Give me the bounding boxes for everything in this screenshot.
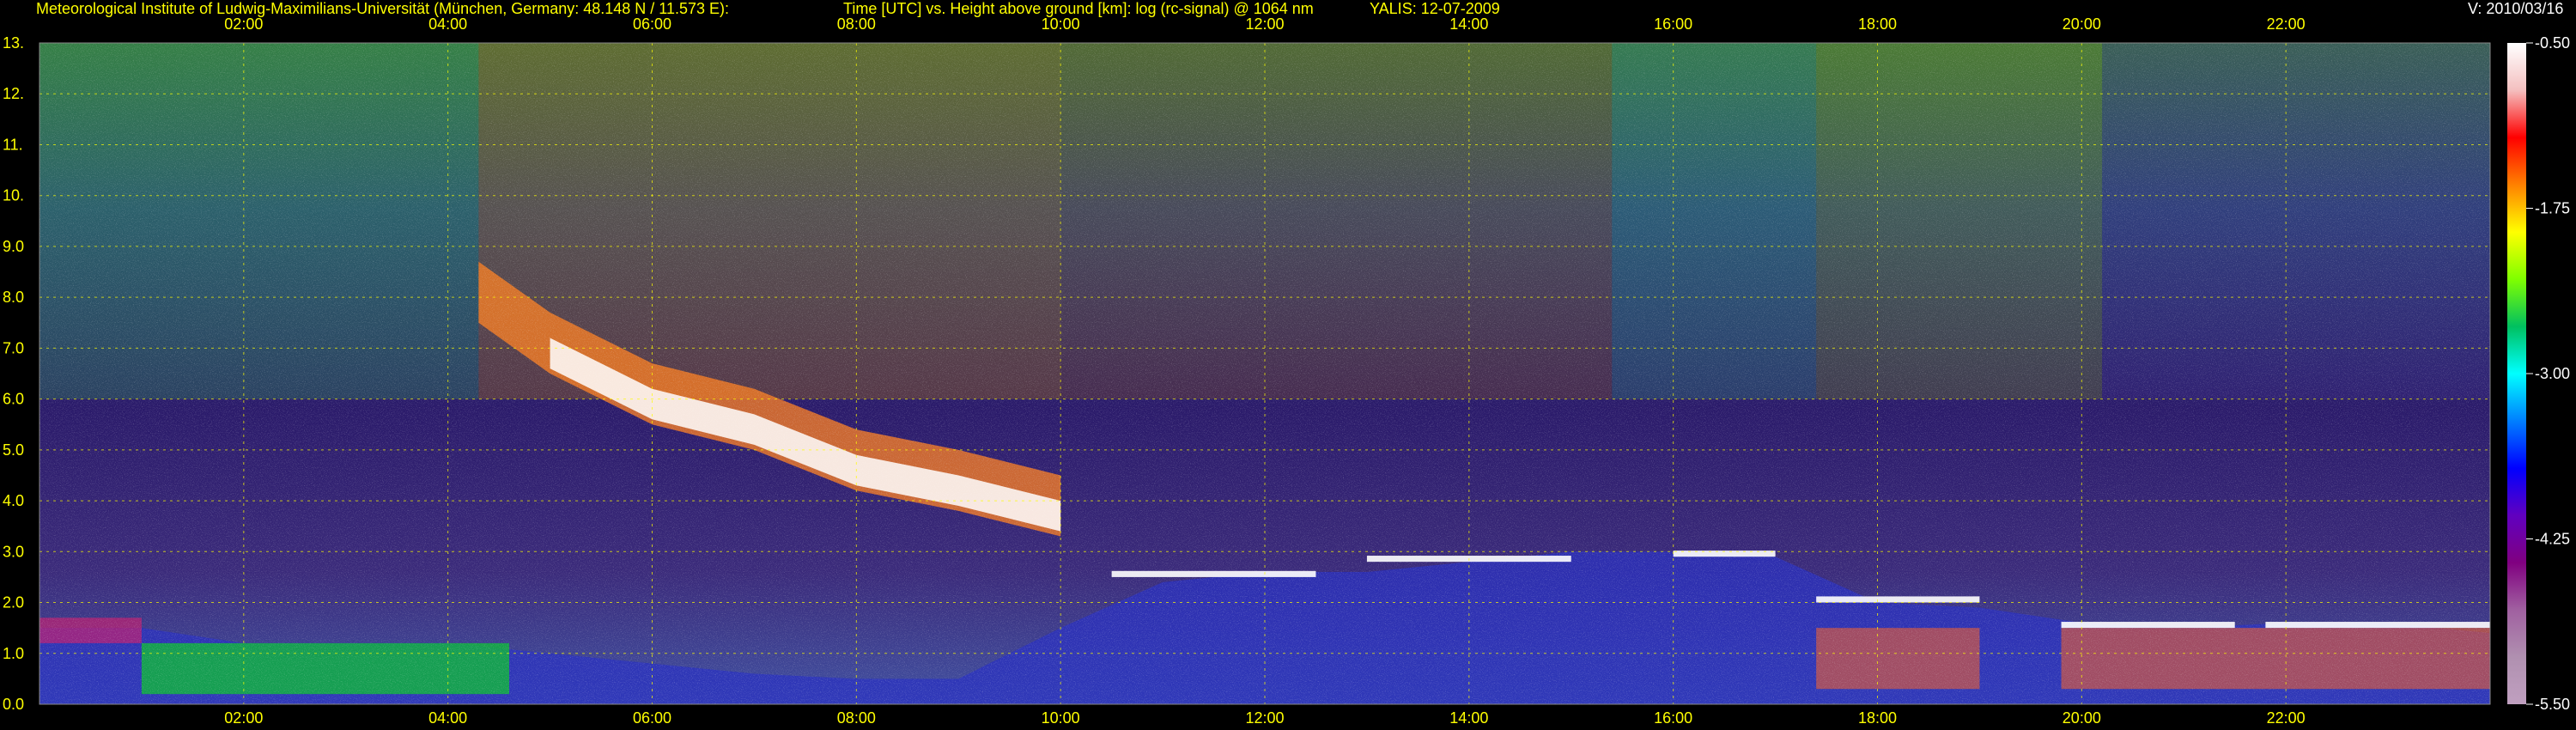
- y-tick-label: 10.: [3, 187, 24, 204]
- y-tick-label: 4.0: [3, 492, 24, 509]
- colorbar-label: -1.75: [2535, 200, 2570, 217]
- x-tick-label: 22:00: [2267, 709, 2306, 727]
- x-tick-label: 08:00: [837, 709, 876, 727]
- colorbar-label: -0.50: [2535, 34, 2570, 52]
- x-tick-label: 20:00: [2063, 15, 2101, 33]
- y-tick-label: 7.0: [3, 339, 24, 356]
- x-tick-label: 06:00: [633, 709, 671, 727]
- x-tick-label: 14:00: [1449, 15, 1488, 33]
- x-tick-label: 12:00: [1245, 709, 1284, 727]
- x-tick-label: 02:00: [224, 15, 263, 33]
- colorbar-label: -3.00: [2535, 365, 2570, 382]
- y-tick-label: 12.: [3, 85, 24, 102]
- x-tick-label: 12:00: [1245, 15, 1284, 33]
- y-tick-label: 0.0: [3, 696, 24, 713]
- x-tick-label: 06:00: [633, 15, 671, 33]
- x-tick-label: 04:00: [428, 709, 467, 727]
- x-tick-label: 04:00: [428, 15, 467, 33]
- x-tick-label: 10:00: [1042, 709, 1080, 727]
- y-tick-label: 11.: [3, 136, 23, 153]
- y-tick-label: 6.0: [3, 391, 24, 408]
- x-tick-label: 02:00: [224, 709, 263, 727]
- x-tick-label: 08:00: [837, 15, 876, 33]
- y-tick-label: 8.0: [3, 289, 24, 306]
- y-tick-label: 5.0: [3, 441, 24, 459]
- y-tick-label: 1.0: [3, 645, 24, 662]
- x-tick-label: 10:00: [1042, 15, 1080, 33]
- x-tick-label: 16:00: [1654, 709, 1692, 727]
- colorbar: -0.50 -1.75 -3.00 -4.25 -5.50: [2507, 34, 2570, 713]
- x-tick-label: 18:00: [1858, 709, 1897, 727]
- lidar-time-height-plot: 02:00 02:00 04:00 04:00 06:00 06:00 08:00 08:00…: [3, 15, 2570, 727]
- y-tick-label: 3.0: [3, 543, 24, 560]
- y-tick-label: 13.: [3, 34, 24, 52]
- colorbar-label: -5.50: [2535, 696, 2570, 713]
- colorbar-scale: [2507, 43, 2526, 704]
- x-tick-label: 22:00: [2267, 15, 2306, 33]
- y-tick-label: 2.0: [3, 594, 24, 611]
- x-tick-label: 20:00: [2063, 709, 2101, 727]
- x-tick-label: 16:00: [1654, 15, 1692, 33]
- x-tick-label: 18:00: [1858, 15, 1897, 33]
- x-tick-label: 14:00: [1449, 709, 1488, 727]
- colorbar-label: -4.25: [2535, 531, 2570, 548]
- y-tick-label: 9.0: [3, 238, 24, 255]
